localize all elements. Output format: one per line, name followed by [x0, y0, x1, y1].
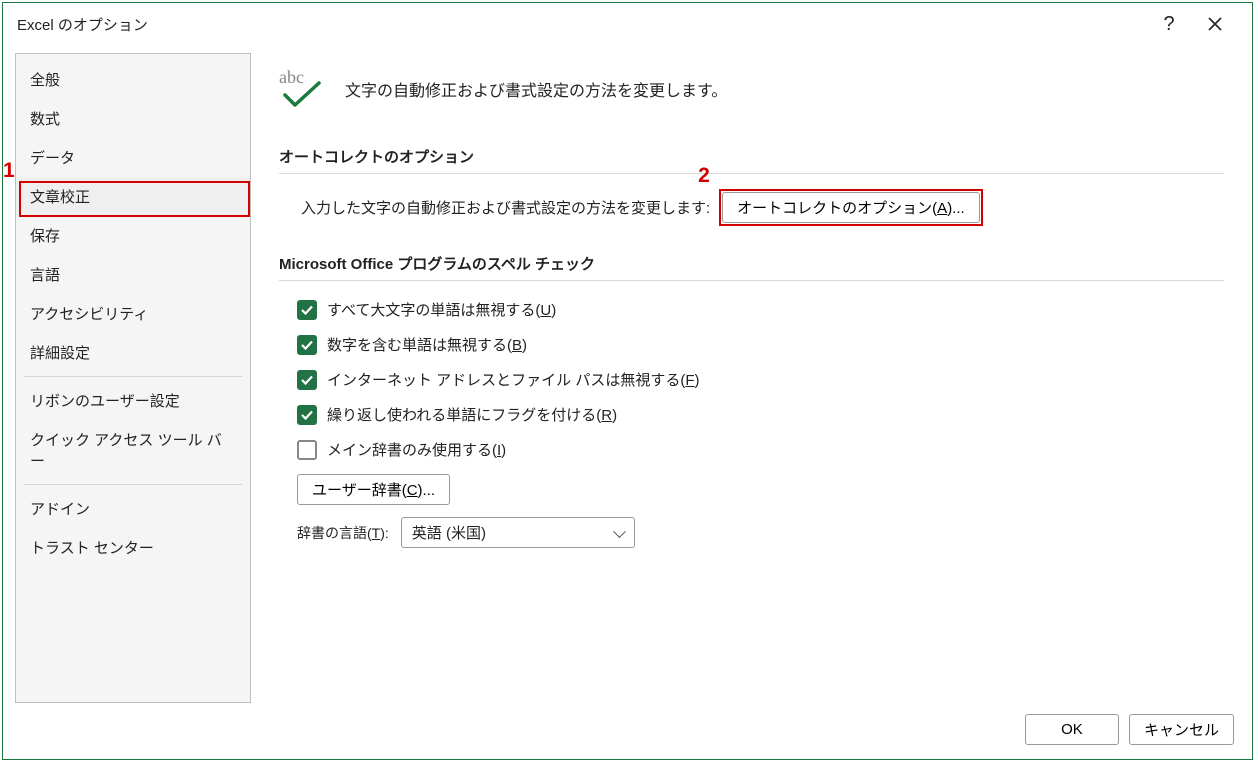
- sidebar-item-language[interactable]: 言語: [16, 255, 250, 294]
- checkbox-ignore-numbers[interactable]: [297, 335, 317, 355]
- checkbox-ignore-urls[interactable]: [297, 370, 317, 390]
- sidebar-item-label: データ: [30, 150, 75, 167]
- sidebar-item-proofing[interactable]: 文章校正: [16, 177, 250, 216]
- dict-lang-label: 辞書の言語(T):: [297, 523, 389, 543]
- checkbox-main-dict-only[interactable]: [297, 440, 317, 460]
- main-panel: abc 文字の自動修正および書式設定の方法を変更します。 オートコレクトのオプシ…: [251, 53, 1252, 759]
- autocorrect-options-button[interactable]: オートコレクトのオプション(A)...: [722, 192, 980, 223]
- sidebar-item-label: リボンのユーザー設定: [30, 393, 180, 410]
- sidebar-item-accessibility[interactable]: アクセシビリティ: [16, 294, 250, 333]
- svg-text:abc: abc: [279, 67, 304, 87]
- dialog-title: Excel のオプション: [17, 14, 148, 35]
- sidebar-item-label: 言語: [30, 267, 60, 284]
- sidebar-item-label: アドイン: [30, 501, 90, 518]
- proofing-abc-icon: abc: [279, 65, 329, 112]
- sidebar-item-label: 保存: [30, 228, 60, 245]
- close-icon[interactable]: [1192, 3, 1238, 45]
- sidebar-item-label: 文章校正: [30, 189, 90, 206]
- sidebar-item-general[interactable]: 全般: [16, 60, 250, 99]
- sidebar-item-addins[interactable]: アドイン: [16, 489, 250, 528]
- sidebar: 全般 数式 データ 文章校正 保存 言語 アクセシビリティ 詳細設定 リボンのユ…: [15, 53, 251, 703]
- sidebar-item-label: クイック アクセス ツール バー: [30, 432, 222, 470]
- sidebar-item-advanced[interactable]: 詳細設定: [16, 333, 250, 372]
- sidebar-item-label: トラスト センター: [30, 540, 154, 557]
- annotation-label-1: 1: [3, 159, 15, 183]
- header-description: 文字の自動修正および書式設定の方法を変更します。: [345, 77, 727, 101]
- user-dictionary-button[interactable]: ユーザー辞書(C)...: [297, 474, 450, 505]
- sidebar-item-label: アクセシビリティ: [30, 306, 148, 323]
- dialog-footer: OK キャンセル: [1025, 714, 1234, 745]
- sidebar-item-data[interactable]: データ: [16, 138, 250, 177]
- cancel-button[interactable]: キャンセル: [1129, 714, 1234, 745]
- sidebar-item-formulas[interactable]: 数式: [16, 99, 250, 138]
- sidebar-item-save[interactable]: 保存: [16, 216, 250, 255]
- sidebar-item-qat[interactable]: クイック アクセス ツール バー: [16, 420, 250, 480]
- checkbox-ignore-uppercase[interactable]: [297, 300, 317, 320]
- checkbox-label: 繰り返し使われる単語にフラグを付ける(R): [327, 404, 617, 425]
- checkbox-label: すべて大文字の単語は無視する(U): [327, 299, 556, 320]
- sidebar-item-label: 詳細設定: [30, 345, 90, 362]
- section-separator: [279, 280, 1224, 281]
- titlebar: Excel のオプション ?: [3, 3, 1252, 45]
- sidebar-item-label: 数式: [30, 111, 60, 128]
- checkbox-flag-repeated[interactable]: [297, 405, 317, 425]
- section-title-spelling: Microsoft Office プログラムのスペル チェック: [279, 253, 1224, 274]
- annotation-label-2: 2: [698, 164, 710, 188]
- ok-button[interactable]: OK: [1025, 714, 1119, 745]
- checkbox-label: 数字を含む単語は無視する(B): [327, 334, 527, 355]
- help-icon[interactable]: ?: [1146, 3, 1192, 45]
- options-dialog: Excel のオプション ? 全般 数式 データ 文章校正 保存 言語 アクセシ…: [2, 2, 1253, 760]
- dict-language-select[interactable]: 英語 (米国): [401, 517, 635, 548]
- sidebar-item-ribbon[interactable]: リボンのユーザー設定: [16, 381, 250, 420]
- sidebar-item-label: 全般: [30, 72, 60, 89]
- section-title-autocorrect: オートコレクトのオプション: [279, 146, 1224, 167]
- checkbox-label: メイン辞書のみ使用する(I): [327, 439, 506, 460]
- autocorrect-row-label: 入力した文字の自動修正および書式設定の方法を変更します:: [301, 197, 710, 218]
- select-value: 英語 (米国): [412, 522, 486, 543]
- sidebar-item-trust-center[interactable]: トラスト センター: [16, 528, 250, 567]
- checkbox-label: インターネット アドレスとファイル パスは無視する(F): [327, 369, 700, 390]
- section-separator: [279, 173, 1224, 174]
- sidebar-divider: [24, 376, 242, 377]
- sidebar-divider: [24, 484, 242, 485]
